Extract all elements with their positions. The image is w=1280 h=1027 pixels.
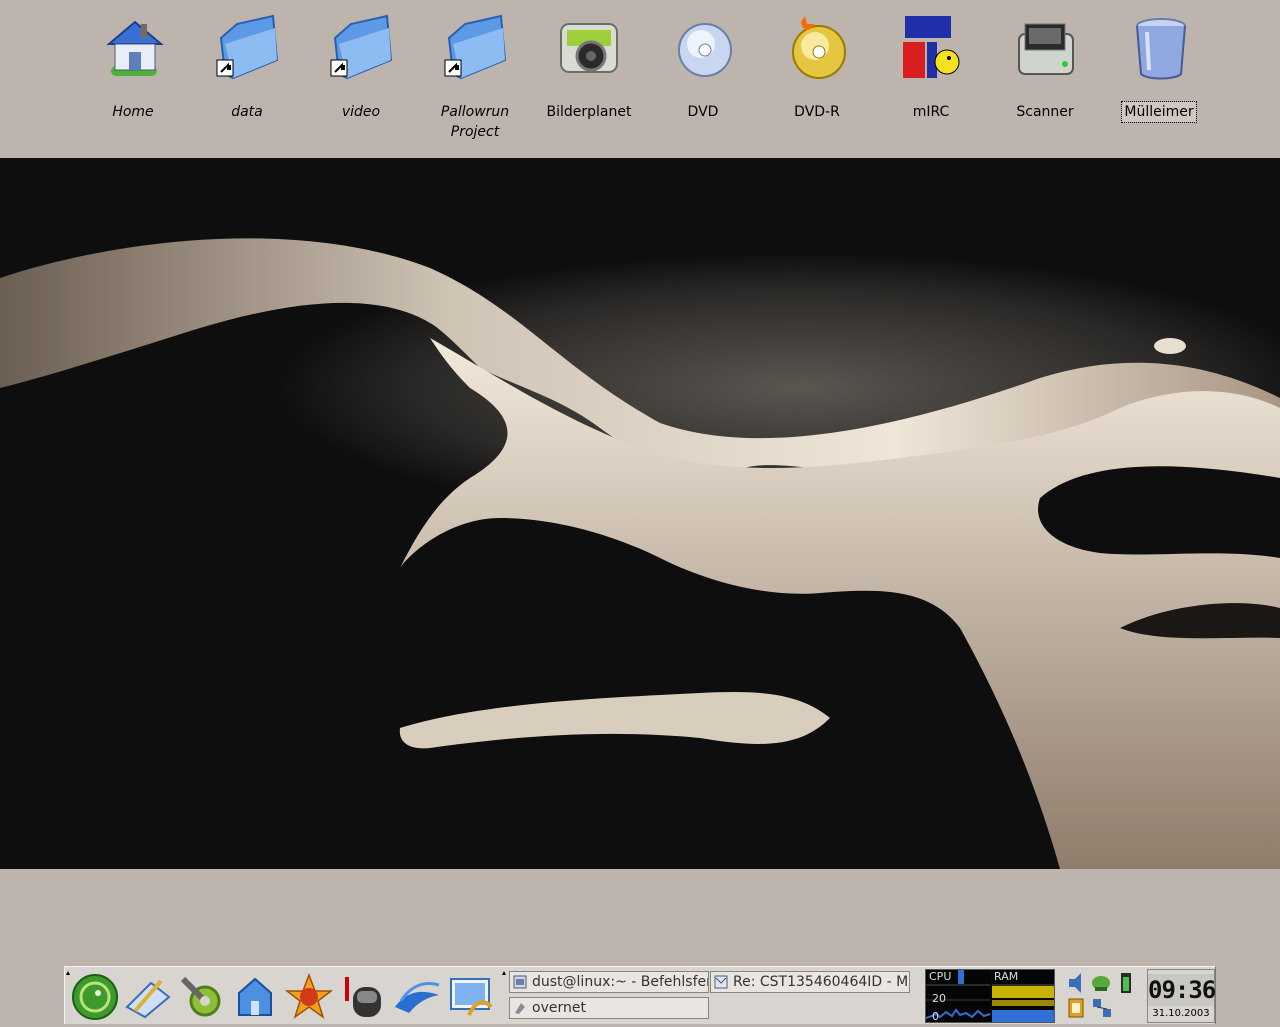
show-desktop-icon: [450, 978, 493, 1016]
launcher-editor[interactable]: [121, 971, 173, 1021]
ram-label: RAM: [994, 970, 1019, 983]
desktop-icon-label: mIRC: [912, 104, 950, 120]
desktop-icon-label: Bilderplanet: [546, 104, 632, 120]
volume-icon: [1069, 973, 1081, 993]
openoffice-icon: [395, 982, 440, 1013]
clock-date: 31.10.2003: [1152, 1008, 1210, 1019]
task-label: overnet: [532, 1000, 586, 1016]
desktop-icon-label: Mülleimer: [1121, 101, 1197, 123]
launcher-mail[interactable]: [337, 971, 389, 1021]
desktop-icon-dvdr[interactable]: DVD-R: [762, 14, 872, 122]
mail-icon: [714, 975, 728, 989]
wrench-gear-icon: [180, 976, 221, 1017]
desktop-icon-home[interactable]: Home: [78, 14, 188, 122]
clock-time: 09:36: [1148, 974, 1216, 1006]
desktop-icon-label: Pallowrun Project: [440, 104, 510, 140]
desktop-icon-label: Scanner: [1016, 104, 1074, 120]
battery-icon: [1121, 973, 1131, 993]
desktop-icon-label: DVD: [687, 104, 719, 120]
task-label: Re: CST135460464ID - Mail: [733, 974, 910, 990]
folder-link-icon: [443, 14, 507, 80]
launcher-konqueror[interactable]: [283, 971, 335, 1021]
suse-gecko-icon: [72, 974, 118, 1020]
desktop-icon-bilderplanet[interactable]: Bilderplanet: [534, 14, 644, 122]
desktop-icon-dvd[interactable]: DVD: [648, 14, 758, 122]
desktop-icon-label: DVD-R: [794, 104, 840, 120]
system-tray: [1063, 969, 1143, 1023]
task-button-mail[interactable]: Re: CST135460464ID - Mail: [710, 971, 910, 993]
dvd-r-icon: [785, 14, 849, 80]
desktop-icon-label: video: [341, 104, 381, 120]
home-folder-icon: [238, 977, 272, 1016]
cpu-scale-label: 20: [932, 992, 946, 1005]
konqueror-icon: [284, 972, 334, 1019]
desktop-wallpaper: [0, 158, 1280, 869]
desktop-icon-mirc[interactable]: mIRC: [876, 14, 986, 122]
network-status-icon: [1092, 976, 1110, 991]
camera-icon: [557, 14, 621, 80]
system-monitor[interactable]: CPU RAM 20 0: [925, 969, 1055, 1023]
taskbar-handle[interactable]: [501, 969, 507, 1023]
trash-icon: [1127, 14, 1191, 80]
clock-applet[interactable]: 09:36 31.10.2003: [1147, 969, 1216, 1023]
network-app-icon: [515, 1003, 525, 1014]
launcher-openoffice[interactable]: [391, 971, 443, 1021]
launcher-desktop[interactable]: [445, 971, 497, 1021]
writing-pad-icon: [125, 979, 171, 1019]
folder-link-icon: [215, 14, 279, 80]
mirc-icon: [899, 14, 963, 80]
desktop-icon-pallowrun[interactable]: Pallowrun Project: [420, 14, 530, 142]
terminal-icon: [513, 975, 527, 989]
klipper-clipboard-icon: [1068, 998, 1084, 1018]
desktop-icon-trash[interactable]: Mülleimer: [1104, 14, 1214, 123]
task-button-overnet[interactable]: overnet: [509, 997, 709, 1019]
kde-panel: dust@linux:~ - Befehlsfenster Re: CST135…: [64, 966, 1216, 1024]
desktop-icon-label: Home: [112, 104, 154, 120]
desktop-icon-data[interactable]: data: [192, 14, 302, 122]
network-connections-icon: [1093, 999, 1111, 1017]
mail-client-icon: [345, 977, 381, 1017]
dvd-icon: [671, 14, 735, 80]
task-label: dust@linux:~ - Befehlsfenster: [532, 974, 708, 990]
home-icon: [101, 14, 165, 80]
scanner-icon: [1013, 14, 1077, 80]
desktop-icon-label: data: [231, 104, 263, 120]
launcher-home[interactable]: [229, 971, 281, 1021]
desktop-icon-scanner[interactable]: Scanner: [990, 14, 1100, 122]
launcher-control-center[interactable]: [175, 971, 227, 1021]
task-button-terminal[interactable]: dust@linux:~ - Befehlsfenster: [509, 971, 709, 993]
cpu-zero-label: 0: [932, 1010, 939, 1023]
desktop-icon-video[interactable]: video: [306, 14, 416, 122]
wallpaper-figure: [0, 238, 1280, 869]
kde-menu-button[interactable]: [69, 971, 121, 1021]
system-tray-icons: [1068, 973, 1131, 1018]
folder-link-icon: [329, 14, 393, 80]
cpu-label: CPU: [929, 970, 952, 983]
desktop-icon-area: Home data video Pallowrun Project Bilderplan…: [0, 0, 1280, 158]
